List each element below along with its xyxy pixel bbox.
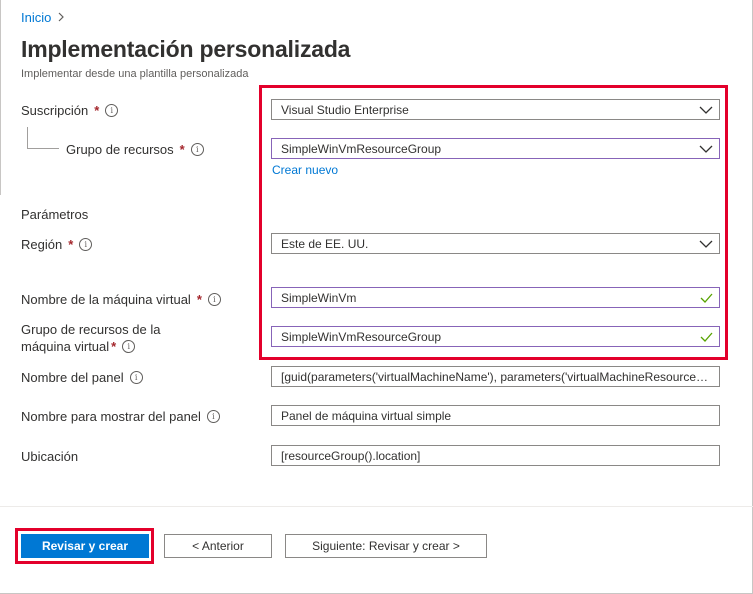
region-label: Región * i: [21, 237, 93, 252]
required-marker: *: [196, 292, 202, 307]
dashboard-display-name-input[interactable]: Panel de máquina virtual simple: [271, 405, 720, 426]
info-icon[interactable]: i: [129, 371, 143, 384]
vm-resource-group-label-line2: máquina virtual: [21, 339, 110, 354]
dashboard-name-value: [guid(parameters('virtualMachineName'), …: [281, 369, 719, 384]
required-marker: *: [94, 103, 100, 118]
info-icon[interactable]: i: [190, 143, 204, 156]
breadcrumb: Inicio: [21, 10, 65, 25]
left-border: [0, 0, 1, 195]
page-subtitle: Implementar desde una plantilla personal…: [21, 68, 249, 80]
required-marker: *: [68, 237, 74, 252]
required-marker: *: [179, 142, 185, 157]
dashboard-display-name-value: Panel de máquina virtual simple: [281, 408, 452, 423]
subscription-label: Suscripción * i: [21, 103, 119, 118]
subscription-label-text: Suscripción: [21, 103, 89, 118]
vm-name-label: Nombre de la máquina virtual * i: [21, 292, 221, 307]
next-review-create-button[interactable]: Siguiente: Revisar y crear >: [285, 534, 487, 558]
highlight-box-fields: [259, 85, 728, 360]
region-label-text: Región: [21, 237, 63, 252]
info-icon[interactable]: i: [79, 238, 93, 251]
vm-resource-group-label-line1: Grupo de recursos de la: [21, 322, 161, 337]
resource-group-label: Grupo de recursos * i: [66, 142, 204, 157]
location-label: Ubicación: [21, 449, 78, 464]
location-label-text: Ubicación: [21, 449, 79, 464]
dashboard-name-label-text: Nombre del panel: [21, 370, 124, 385]
highlight-box-review-button: [15, 528, 154, 564]
vm-resource-group-label: Grupo de recursos de la máquina virtual …: [21, 321, 160, 355]
location-value: [resourceGroup().location]: [281, 448, 421, 463]
dashboard-name-label: Nombre del panel i: [21, 370, 143, 385]
page-title: Implementación personalizada: [21, 36, 351, 62]
tree-connector-vertical: [27, 127, 28, 149]
chevron-right-icon: [57, 11, 65, 25]
info-icon[interactable]: i: [122, 340, 136, 353]
info-icon[interactable]: i: [206, 410, 220, 423]
tree-connector-horizontal: [27, 148, 59, 149]
breadcrumb-home-link[interactable]: Inicio: [21, 10, 51, 25]
previous-button[interactable]: < Anterior: [164, 534, 272, 558]
info-icon[interactable]: i: [105, 104, 119, 117]
location-input[interactable]: [resourceGroup().location]: [271, 445, 720, 466]
footer-divider: [0, 506, 753, 507]
dashboard-display-name-label-text: Nombre para mostrar del panel: [21, 409, 201, 424]
resource-group-label-text: Grupo de recursos: [66, 142, 174, 157]
required-marker: *: [111, 339, 117, 354]
dashboard-name-input[interactable]: [guid(parameters('virtualMachineName'), …: [271, 366, 720, 387]
dashboard-display-name-label: Nombre para mostrar del panel i: [21, 409, 220, 424]
parameters-heading: Parámetros: [21, 207, 89, 222]
vm-name-label-text: Nombre de la máquina virtual: [21, 292, 191, 307]
info-icon[interactable]: i: [207, 293, 221, 306]
